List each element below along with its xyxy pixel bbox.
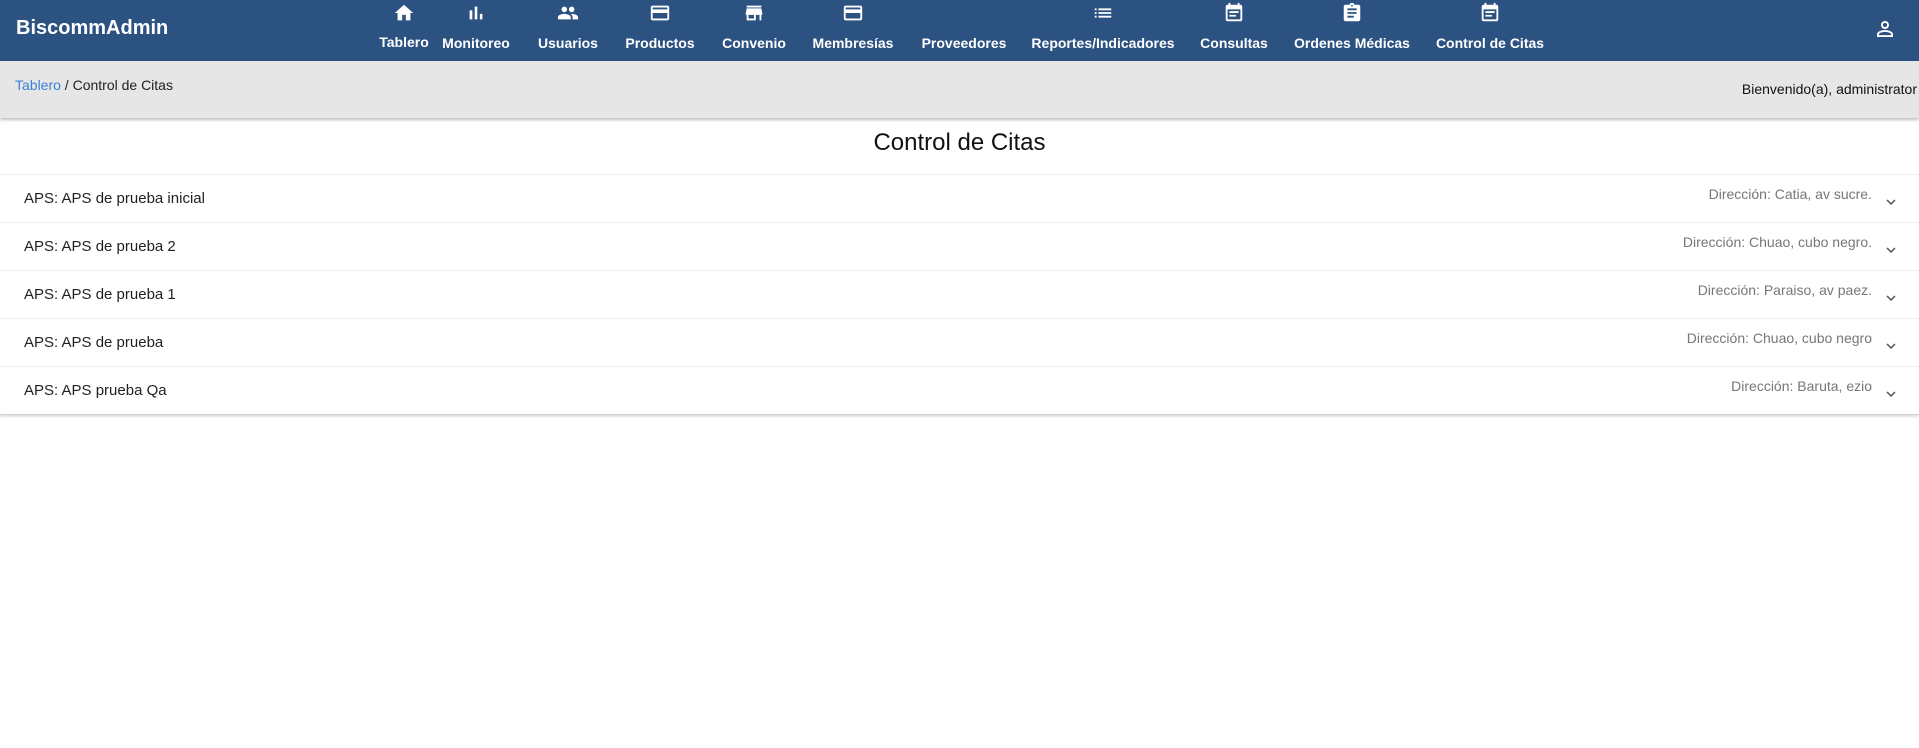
aps-address: Dirección: Paraiso, av paez.	[1697, 282, 1872, 298]
page-title: Control de Citas	[873, 129, 1046, 156]
nav-item-usuarios[interactable]: Usuarios	[535, 0, 601, 61]
nav-item-ordenes-medicas[interactable]: Ordenes Médicas	[1294, 0, 1410, 61]
nav-label: Productos	[625, 35, 695, 51]
nav-label: Ordenes Médicas	[1294, 35, 1410, 51]
people-icon	[557, 6, 579, 20]
nav-item-reportes[interactable]: Reportes/Indicadores	[1031, 0, 1175, 61]
credit-card-icon	[843, 5, 863, 21]
clipboard-icon	[1343, 2, 1361, 22]
aps-address: Dirección: Chuao, cubo negro	[1686, 330, 1872, 346]
aps-title: APS: APS prueba Qa	[24, 382, 167, 399]
aps-address: Dirección: Catia, av sucre.	[1708, 186, 1872, 202]
home-icon	[394, 4, 414, 21]
nav-label: Consultas	[1200, 35, 1268, 51]
chevron-down-icon[interactable]	[1882, 337, 1900, 355]
calendar-icon	[1225, 2, 1243, 22]
chevron-down-icon[interactable]	[1882, 385, 1900, 403]
calendar-icon	[1481, 2, 1499, 22]
nav-item-control-de-citas[interactable]: Control de Citas	[1436, 0, 1544, 61]
aps-panel[interactable]: APS: APS de prueba 1 Dirección: Paraiso,…	[0, 270, 1919, 318]
nav-label: Tablero	[379, 34, 429, 50]
nav-label: Convenio	[722, 35, 786, 51]
list-icon	[1094, 8, 1112, 18]
aps-panel[interactable]: APS: APS de prueba Dirección: Chuao, cub…	[0, 318, 1919, 366]
sub-header: Tablero / Control de Citas Bienvenido(a)…	[0, 61, 1919, 118]
aps-panel[interactable]: APS: APS de prueba inicial Dirección: Ca…	[0, 174, 1919, 222]
nav-item-tablero[interactable]: Tablero	[379, 0, 429, 61]
aps-title: APS: APS de prueba	[24, 334, 164, 351]
breadcrumb: Tablero / Control de Citas	[15, 77, 173, 93]
nav-label: Usuarios	[538, 35, 598, 51]
chevron-down-icon[interactable]	[1882, 289, 1900, 307]
breadcrumb-link-tablero[interactable]: Tablero	[15, 77, 61, 93]
nav-item-consultas[interactable]: Consultas	[1200, 0, 1268, 61]
main-nav: Tablero Monitoreo Usuarios Productos Con…	[0, 0, 1919, 61]
aps-panel[interactable]: APS: APS prueba Qa Dirección: Baruta, ez…	[0, 366, 1919, 414]
person-icon	[1877, 21, 1893, 37]
nav-label: Proveedores	[921, 35, 1007, 51]
nav-icon-placeholder	[953, 2, 975, 24]
breadcrumb-separator: /	[60, 77, 73, 93]
breadcrumb-current: Control de Citas	[72, 77, 173, 93]
nav-item-proveedores[interactable]: Proveedores	[921, 0, 1007, 61]
aps-address: Dirección: Baruta, ezio	[1731, 378, 1872, 394]
welcome-message: Bienvenido(a), administrator	[1741, 81, 1917, 97]
aps-expansion-list: APS: APS de prueba inicial Dirección: Ca…	[0, 174, 1919, 415]
user-account-button[interactable]	[1873, 17, 1897, 41]
bar-chart-icon	[469, 6, 483, 20]
top-navbar: BiscommAdmin Tablero Monitoreo Usuarios …	[0, 0, 1919, 61]
store-icon	[745, 5, 763, 21]
nav-label: Monitoreo	[442, 35, 510, 51]
chevron-down-icon[interactable]	[1882, 241, 1900, 259]
aps-address: Dirección: Chuao, cubo negro.	[1682, 234, 1872, 250]
nav-item-productos[interactable]: Productos	[624, 0, 696, 61]
nav-item-monitoreo[interactable]: Monitoreo	[440, 0, 512, 61]
aps-panel[interactable]: APS: APS de prueba 2 Dirección: Chuao, c…	[0, 222, 1919, 270]
nav-item-convenio[interactable]: Convenio	[722, 0, 786, 61]
chevron-down-icon[interactable]	[1882, 193, 1900, 211]
nav-label: Membresías	[812, 35, 894, 51]
nav-label: Reportes/Indicadores	[1031, 35, 1175, 51]
aps-title: APS: APS de prueba 2	[24, 238, 176, 255]
aps-title: APS: APS de prueba inicial	[24, 190, 205, 207]
credit-card-icon	[650, 5, 670, 21]
nav-label: Control de Citas	[1435, 35, 1545, 51]
aps-title: APS: APS de prueba 1	[24, 286, 176, 303]
nav-item-membresias[interactable]: Membresías	[811, 0, 895, 61]
